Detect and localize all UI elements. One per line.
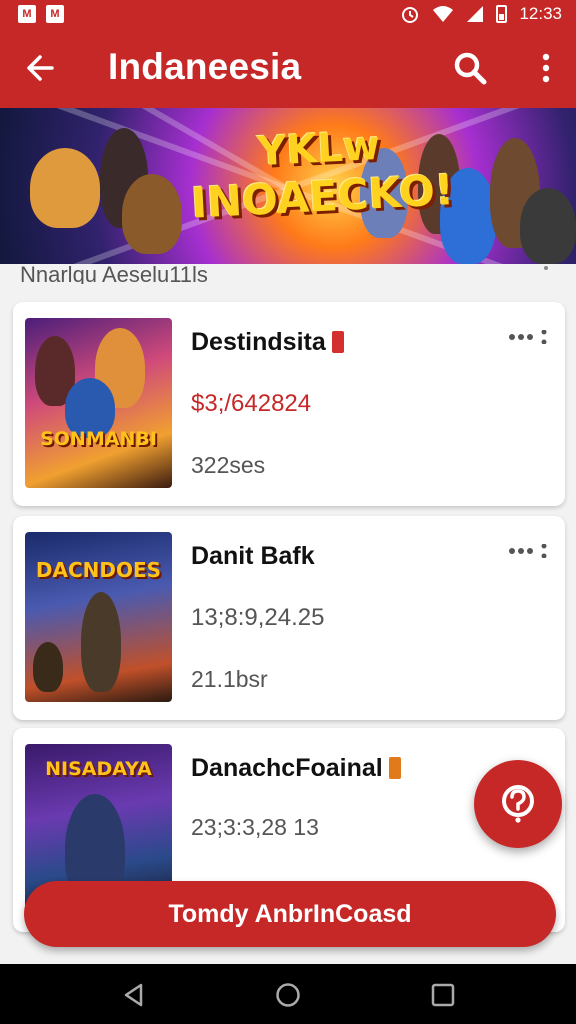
- banner-character: [30, 148, 100, 228]
- back-arrow-icon[interactable]: [22, 50, 58, 86]
- thumb-title: DACNDOES: [35, 558, 162, 582]
- banner-title: YKLw INOAECKO!: [188, 119, 455, 228]
- battery-icon: [496, 5, 508, 23]
- badge-icon: [388, 757, 401, 779]
- system-nav-bar: [0, 964, 576, 1024]
- signal-icon: [467, 6, 484, 22]
- item-meta: 23;3:3,28 13: [191, 814, 319, 840]
- nav-home-icon[interactable]: [275, 982, 301, 1008]
- alarm-icon: [402, 7, 419, 23]
- banner-character: [122, 174, 182, 254]
- search-icon[interactable]: [452, 50, 488, 86]
- banner-character: [520, 188, 576, 264]
- thumb-title: SONMANBI: [40, 428, 157, 450]
- promo-banner[interactable]: YKLw INOAECKO!: [0, 108, 576, 264]
- thumb-title: NISADAYA: [45, 758, 152, 780]
- section-header: Nnarlqu Aeselu11ls: [20, 262, 208, 284]
- item-meta: 21.1bsr: [191, 666, 268, 692]
- help-icon: [502, 785, 534, 823]
- item-name: Destindsita: [191, 328, 344, 357]
- game-thumbnail: SONMANBI: [25, 318, 172, 488]
- item-name: DanachcFoainal: [191, 754, 401, 783]
- more-vert-icon[interactable]: [534, 50, 558, 86]
- page-title: Indaneesia: [108, 46, 302, 87]
- help-fab[interactable]: [474, 760, 562, 848]
- badge-icon: [331, 331, 344, 353]
- more-horiz-icon[interactable]: [507, 330, 549, 344]
- item-meta: 322ses: [191, 452, 266, 478]
- more-horiz-icon[interactable]: [507, 544, 549, 558]
- game-thumbnail: DACNDOES: [25, 532, 172, 702]
- list-item[interactable]: DACNDOES Danit Bafk 13;8:9,24.25 21.1bsr: [13, 516, 565, 720]
- status-time: 12:33: [519, 4, 562, 23]
- thumb-character: [33, 642, 63, 692]
- section-dot: [544, 266, 548, 270]
- list-item[interactable]: SONMANBI Destindsita $3;/642824 322ses: [13, 302, 565, 506]
- nav-recents-icon[interactable]: [430, 982, 456, 1008]
- wifi-icon: [433, 6, 454, 22]
- primary-action-button[interactable]: Tomdy AnbrInCoasd: [24, 881, 556, 947]
- app-bar: Indaneesia: [0, 28, 576, 108]
- status-bar: M M 12:33: [0, 0, 576, 28]
- item-name: Danit Bafk: [191, 542, 315, 570]
- item-price: 13;8:9,24.25: [191, 604, 325, 631]
- nav-back-icon[interactable]: [121, 982, 147, 1008]
- notification-app-icon: M: [18, 5, 36, 23]
- notification-app-icon: M: [46, 5, 64, 23]
- item-price: $3;/642824: [191, 390, 312, 417]
- thumb-character: [81, 592, 121, 692]
